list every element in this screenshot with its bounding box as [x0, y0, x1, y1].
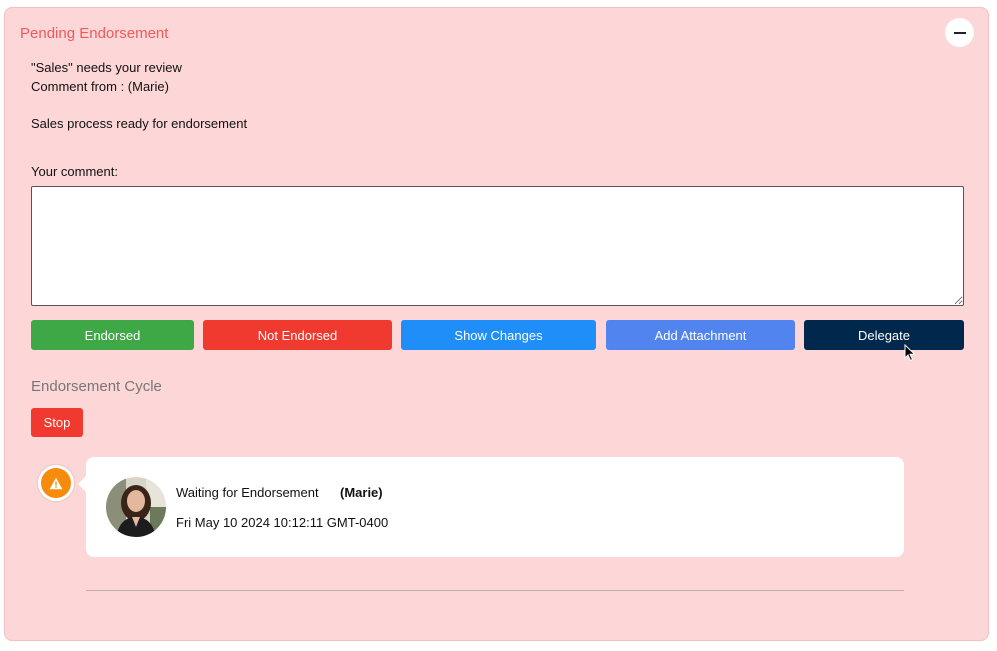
collapse-button[interactable]	[945, 18, 974, 47]
endorsed-button[interactable]: Endorsed	[31, 320, 194, 350]
not-endorsed-button[interactable]: Not Endorsed	[203, 320, 392, 350]
endorsement-cycle-title: Endorsement Cycle	[31, 378, 162, 395]
entry-status: Waiting for Endorsement	[176, 485, 319, 500]
review-message: Sales process ready for endorsement	[31, 116, 248, 131]
comment-label: Your comment:	[31, 164, 118, 179]
minus-icon	[953, 31, 966, 34]
mouse-cursor-icon	[904, 343, 916, 367]
comment-from-text: Comment from : (Marie)	[31, 79, 169, 94]
panel-title: Pending Endorsement	[20, 25, 169, 42]
stop-button[interactable]: Stop	[31, 408, 83, 437]
entry-name: (Marie)	[340, 485, 383, 500]
comment-input[interactable]	[31, 186, 964, 306]
delegate-button[interactable]: Delegate	[804, 320, 964, 350]
add-attachment-button[interactable]: Add Attachment	[606, 320, 795, 350]
entry-date: Fri May 10 2024 10:12:11 GMT-0400	[176, 515, 389, 530]
show-changes-button[interactable]: Show Changes	[401, 320, 596, 350]
review-request-text: "Sales" needs your review	[31, 60, 182, 75]
avatar	[106, 477, 166, 537]
divider	[86, 590, 904, 591]
pending-endorsement-panel: Pending Endorsement "Sales" needs your r…	[4, 7, 989, 641]
endorsement-entry-card: Waiting for Endorsement (Marie) Fri May …	[86, 457, 904, 557]
warning-icon	[38, 465, 74, 501]
